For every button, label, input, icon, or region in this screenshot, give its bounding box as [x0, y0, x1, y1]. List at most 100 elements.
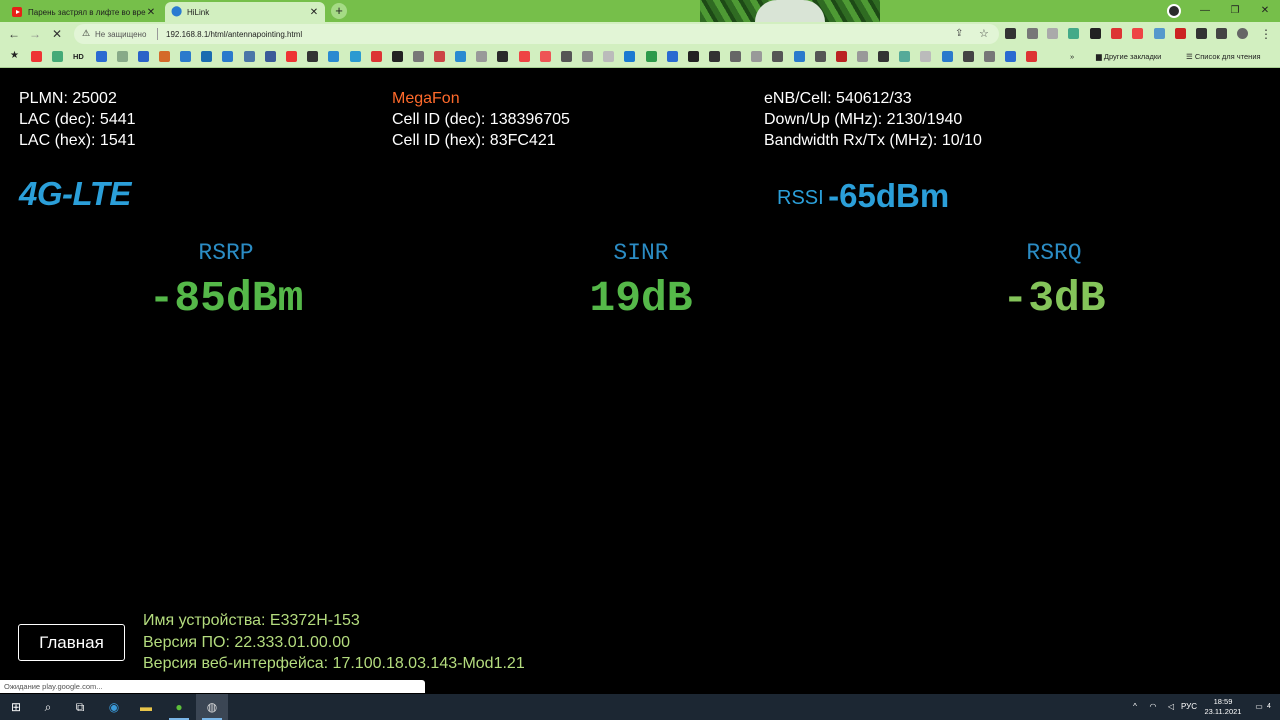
- bookmark-icon[interactable]: [286, 51, 297, 62]
- bookmark-icon[interactable]: [138, 51, 149, 62]
- stop-loading-icon[interactable]: ✕: [49, 26, 65, 42]
- extension-icon[interactable]: [1175, 28, 1186, 39]
- bookmark-icon[interactable]: [222, 51, 233, 62]
- menu-icon[interactable]: ⋮: [1258, 26, 1274, 42]
- share-icon[interactable]: ⇪: [955, 28, 963, 39]
- bookmark-icon[interactable]: [963, 51, 974, 62]
- bookmark-icon[interactable]: [709, 51, 720, 62]
- start-windows-icon[interactable]: ⊞: [0, 694, 32, 720]
- profile-icon[interactable]: [1167, 4, 1181, 18]
- bookmark-icon[interactable]: [878, 51, 889, 62]
- extension-icon[interactable]: [1027, 28, 1038, 39]
- reading-list-button[interactable]: ☰ Список для чтения: [1186, 52, 1261, 61]
- bookmark-icon[interactable]: [899, 51, 910, 62]
- bookmark-hd[interactable]: HD: [73, 52, 84, 61]
- bookmark-m-icon[interactable]: [96, 51, 107, 62]
- bookmark-vk-icon[interactable]: [244, 51, 255, 62]
- bookmark-icon[interactable]: [159, 51, 170, 62]
- bookmark-icon[interactable]: [52, 51, 63, 62]
- puzzle-icon[interactable]: [1196, 28, 1207, 39]
- bookmark-icon[interactable]: [794, 51, 805, 62]
- minimize-icon[interactable]: —: [1190, 0, 1220, 22]
- bookmark-icon[interactable]: [603, 51, 614, 62]
- bookmark-icon[interactable]: [942, 51, 953, 62]
- bookmark-icon[interactable]: [582, 51, 593, 62]
- bookmark-icon[interactable]: [730, 51, 741, 62]
- tab-hilink[interactable]: ⬤ HiLink ✕: [165, 2, 325, 22]
- bookmark-icon[interactable]: [476, 51, 487, 62]
- close-window-icon[interactable]: ✕: [1250, 0, 1280, 22]
- file-explorer-icon[interactable]: ▬: [130, 694, 162, 720]
- youtube-icon: [12, 7, 22, 17]
- bookmark-youtube-icon[interactable]: [31, 51, 42, 62]
- bookmark-icon[interactable]: [350, 51, 361, 62]
- bookmark-icon[interactable]: [1026, 51, 1037, 62]
- bookmark-icon[interactable]: [434, 51, 445, 62]
- close-tab-icon[interactable]: ✕: [146, 7, 156, 18]
- security-label[interactable]: Не защищено: [95, 30, 146, 39]
- bookmark-icon[interactable]: [307, 51, 318, 62]
- tray-chevron-icon[interactable]: ^: [1128, 694, 1142, 720]
- back-icon[interactable]: ←: [6, 26, 22, 42]
- bookmark-icon[interactable]: [751, 51, 762, 62]
- bookmark-icon[interactable]: [688, 51, 699, 62]
- bookmark-icon[interactable]: [519, 51, 530, 62]
- extension-icon[interactable]: [1111, 28, 1122, 39]
- bookmark-icon[interactable]: [455, 51, 466, 62]
- bookmark-star-icon[interactable]: ☆: [979, 27, 989, 40]
- url-text[interactable]: 192.168.8.1/html/antennapointing.html: [166, 30, 302, 39]
- bookmark-icon[interactable]: [836, 51, 847, 62]
- extension-icon[interactable]: [1047, 28, 1058, 39]
- extension-icon[interactable]: [1132, 28, 1143, 39]
- task-view-icon[interactable]: ⧉: [64, 694, 96, 720]
- browser-toolbar: ← → ✕ ⚠ Не защищено 192.168.8.1/html/ant…: [0, 22, 1280, 46]
- bookmark-icon[interactable]: [540, 51, 551, 62]
- bookmark-icon[interactable]: [772, 51, 783, 62]
- forward-icon[interactable]: →: [27, 26, 43, 42]
- bookmark-icon[interactable]: [497, 51, 508, 62]
- extension-icon[interactable]: [1090, 28, 1101, 39]
- address-bar[interactable]: ⚠ Не защищено 192.168.8.1/html/antennapo…: [74, 24, 999, 44]
- bookmark-icon[interactable]: [117, 51, 128, 62]
- bookmark-icon[interactable]: [815, 51, 826, 62]
- bookmark-icon[interactable]: [392, 51, 403, 62]
- bookmark-icon[interactable]: [265, 51, 276, 62]
- more-bookmarks-icon[interactable]: »: [1070, 52, 1074, 61]
- bookmark-icon[interactable]: [857, 51, 868, 62]
- new-tab-button[interactable]: +: [331, 3, 347, 19]
- web-ui-version-text: Версия веб-интерфейса: 17.100.18.03.143-…: [143, 655, 525, 672]
- bookmark-icon[interactable]: [624, 51, 635, 62]
- edge-icon[interactable]: ◉: [98, 694, 130, 720]
- bookmark-icon[interactable]: [1005, 51, 1016, 62]
- rsrp-metric: RSRP -85dBm: [56, 240, 396, 323]
- chrome-icon[interactable]: ◍: [196, 694, 228, 720]
- media-icon[interactable]: [1216, 28, 1227, 39]
- other-bookmarks-folder[interactable]: ▆ Другие закладки: [1096, 52, 1161, 61]
- bookmark-icon[interactable]: [984, 51, 995, 62]
- close-tab-icon[interactable]: ✕: [309, 7, 319, 18]
- extension-icon[interactable]: [1154, 28, 1165, 39]
- app-icon[interactable]: ●: [163, 694, 195, 720]
- bookmark-icon[interactable]: [201, 51, 212, 62]
- extension-icon[interactable]: [1068, 28, 1079, 39]
- tab-youtube[interactable]: Парень застрял в лифте во вре ✕: [6, 2, 162, 22]
- maximize-icon[interactable]: ❐: [1220, 0, 1250, 22]
- search-icon[interactable]: ⌕: [32, 694, 64, 720]
- bookmark-icon[interactable]: [920, 51, 931, 62]
- clock[interactable]: 18:59 23.11.2021: [1196, 697, 1250, 717]
- apps-star-icon[interactable]: ★: [10, 50, 19, 61]
- bookmark-icon[interactable]: [371, 51, 382, 62]
- bookmark-icon[interactable]: [646, 51, 657, 62]
- wifi-icon[interactable]: ◠: [1146, 694, 1160, 720]
- home-button[interactable]: Главная: [18, 624, 125, 661]
- bookmark-icon[interactable]: [561, 51, 572, 62]
- bookmark-icon[interactable]: [328, 51, 339, 62]
- bookmark-icon[interactable]: [180, 51, 191, 62]
- volume-icon[interactable]: ◁: [1164, 694, 1178, 720]
- warning-icon[interactable]: ⚠: [82, 28, 90, 39]
- extension-icon[interactable]: [1005, 28, 1016, 39]
- bookmark-icon[interactable]: [667, 51, 678, 62]
- metric-label: RSRQ: [1026, 240, 1082, 266]
- bookmark-icon[interactable]: [413, 51, 424, 62]
- avatar[interactable]: [1237, 28, 1248, 39]
